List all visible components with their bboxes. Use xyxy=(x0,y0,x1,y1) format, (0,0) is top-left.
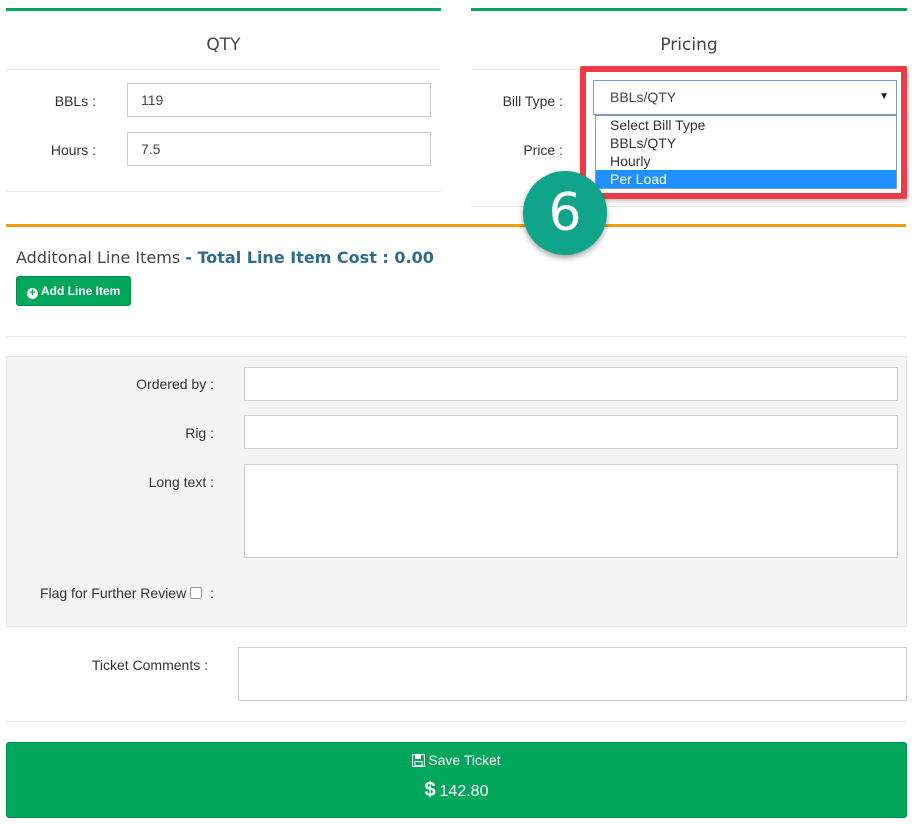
highlight-box xyxy=(580,66,907,199)
total-line-item-cost: - Total Line Item Cost : 0.00 xyxy=(185,248,434,267)
line-items-title: Additonal Line Items xyxy=(16,248,181,267)
ticket-total: $ 142.80 xyxy=(7,779,906,802)
rig-input[interactable] xyxy=(244,415,898,449)
hours-input[interactable]: 7.5 xyxy=(127,132,431,166)
ordered-by-label: Ordered by : xyxy=(136,376,214,392)
long-text-label: Long text : xyxy=(148,474,214,490)
qty-panel: QTY BBLs : 119 Hours : 7.5 xyxy=(6,8,441,192)
divider xyxy=(6,69,441,70)
section-separator xyxy=(6,224,906,227)
floppy-disk-icon xyxy=(412,753,426,768)
line-items-heading: Additonal Line Items - Total Line Item C… xyxy=(16,248,434,267)
rig-label: Rig : xyxy=(185,425,214,441)
ticket-details-panel: Ordered by : Rig : Long text : Flag for … xyxy=(6,356,907,627)
divider xyxy=(6,191,441,192)
save-ticket-label: Save Ticket xyxy=(428,752,501,768)
price-label: Price : xyxy=(523,142,563,158)
add-line-item-button[interactable]: + Add Line Item xyxy=(16,276,132,306)
flag-review-label: Flag for Further Review xyxy=(39,585,187,601)
ticket-total-amount: 142.80 xyxy=(439,783,489,800)
step-number-badge: 6 xyxy=(523,171,607,255)
pricing-panel-title: Pricing xyxy=(660,35,718,55)
flag-review-colon: : xyxy=(210,585,214,601)
dollar-icon: $ xyxy=(424,779,436,801)
hours-label: Hours : xyxy=(50,142,96,158)
bbls-input[interactable]: 119 xyxy=(127,83,431,117)
bbls-label: BBLs : xyxy=(54,93,96,109)
ticket-comments-label: Ticket Comments : xyxy=(91,657,208,673)
bill-type-label: Bill Type : xyxy=(502,93,563,109)
divider xyxy=(6,336,906,337)
long-text-textarea[interactable] xyxy=(244,464,898,558)
save-ticket-button[interactable]: Save Ticket $ 142.80 xyxy=(6,742,907,818)
divider xyxy=(6,721,906,722)
qty-panel-title: QTY xyxy=(206,35,241,55)
plus-circle-icon: + xyxy=(27,288,38,299)
add-line-item-label: Add Line Item xyxy=(41,284,121,298)
ticket-comments-input[interactable] xyxy=(238,647,907,701)
flag-review-row: Flag for Further Review : xyxy=(7,585,214,601)
flag-review-checkbox[interactable] xyxy=(190,587,203,599)
save-ticket-label-row: Save Ticket xyxy=(7,752,906,768)
ordered-by-input[interactable] xyxy=(244,367,898,401)
